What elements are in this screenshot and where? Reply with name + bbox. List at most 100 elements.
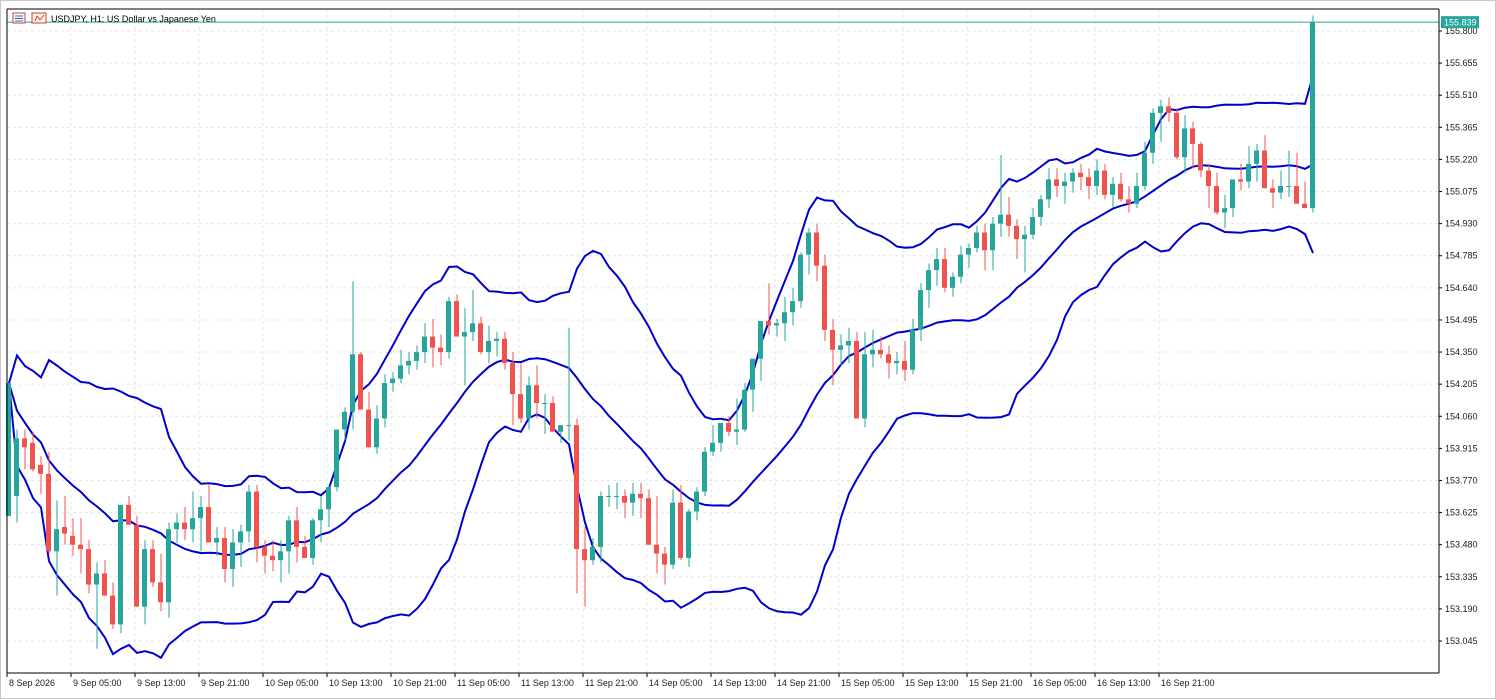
candle-body — [662, 553, 667, 565]
bollinger-upper-band — [8, 75, 1314, 497]
candle — [118, 504, 123, 634]
time-tick-label: 15 Sep 21:00 — [969, 678, 1023, 688]
candle — [974, 225, 979, 253]
time-tick-label: 10 Sep 05:00 — [265, 678, 319, 688]
time-axis[interactable]: 8 Sep 2026 9 Sep 05:00 9 Sep 13:00 9 Sep 21… — [6, 673, 1215, 688]
candle-body — [878, 349, 883, 355]
candle-body — [966, 247, 971, 255]
candle — [982, 223, 987, 271]
price-tick-label: 153.480 — [1445, 540, 1478, 550]
candle — [374, 405, 379, 454]
candle — [230, 529, 235, 587]
candle — [438, 334, 443, 366]
candle-body — [198, 507, 203, 519]
candle-body — [614, 495, 619, 497]
candle — [926, 263, 931, 308]
time-tick-label: 14 Sep 13:00 — [713, 678, 767, 688]
candle — [166, 522, 171, 618]
time-tick-label: 11 Sep 21:00 — [585, 678, 638, 688]
candle-body — [742, 389, 747, 430]
candle — [734, 398, 739, 446]
candle-body — [1174, 112, 1179, 158]
candle — [798, 252, 803, 308]
candle — [78, 518, 83, 574]
candle-body — [302, 546, 307, 558]
time-tick-label: 10 Sep 21:00 — [393, 678, 447, 688]
candle-body — [238, 531, 243, 543]
candle — [510, 352, 515, 426]
time-tick-label: 16 Sep 21:00 — [1161, 678, 1215, 688]
candle-body — [598, 495, 603, 547]
candle — [62, 495, 67, 545]
candle-body — [366, 409, 371, 448]
candle-body — [1142, 152, 1147, 186]
candle-body — [438, 347, 443, 353]
candle-body — [142, 549, 147, 607]
candle — [1294, 152, 1299, 204]
candle — [334, 429, 339, 492]
candle-body — [510, 363, 515, 395]
candle-body — [1014, 225, 1019, 240]
last-price-label: 155.839 — [1444, 18, 1477, 28]
candle-body — [502, 338, 507, 364]
candle-body — [414, 352, 419, 361]
candle-body — [798, 254, 803, 302]
candle — [550, 396, 555, 432]
candle — [662, 546, 667, 585]
candle-body — [270, 555, 275, 561]
candle-body — [430, 336, 435, 348]
candle — [1030, 208, 1035, 240]
candle-body — [958, 254, 963, 277]
candle-body — [590, 546, 595, 561]
candle-body — [1118, 183, 1123, 200]
candle — [1118, 172, 1123, 202]
candle — [1310, 15, 1315, 213]
candle-body — [1206, 170, 1211, 186]
time-tick-label: 16 Sep 13:00 — [1097, 678, 1151, 688]
candle-body — [118, 504, 123, 625]
candle-body — [350, 354, 355, 412]
time-tick-label: 14 Sep 05:00 — [649, 678, 703, 688]
candle-body — [1246, 163, 1251, 182]
candle — [134, 515, 139, 607]
candle-body — [998, 214, 1003, 224]
candle-body — [62, 526, 67, 534]
candle-body — [214, 538, 219, 543]
candle-body — [294, 520, 299, 547]
candle-body — [94, 573, 99, 585]
price-axis[interactable]: 155.800155.655155.510155.365155.220155.0… — [1439, 26, 1478, 646]
candle-body — [630, 493, 635, 503]
candle-body — [1158, 106, 1163, 113]
price-tick-label: 155.220 — [1445, 154, 1478, 164]
candle-body — [782, 312, 787, 324]
candle-body — [606, 495, 611, 497]
bollinger-middle-band — [8, 163, 1314, 556]
chart-list-icon[interactable] — [12, 12, 26, 24]
candle-body — [102, 573, 107, 596]
candle — [422, 323, 427, 364]
candle — [718, 422, 723, 452]
candle-body — [110, 595, 115, 625]
candle — [758, 321, 763, 381]
candle-body — [1230, 179, 1235, 209]
candle-body — [1054, 179, 1059, 186]
candle-body — [774, 323, 779, 326]
candle-body — [894, 360, 899, 364]
chart-canvas[interactable]: USDJPY, H1: US Dollar vs Japanese Yen 15… — [1, 1, 1496, 700]
candle-body — [1022, 234, 1027, 240]
price-tick-label: 153.625 — [1445, 508, 1478, 518]
candle-body — [982, 232, 987, 251]
candle — [454, 294, 459, 337]
candle-body — [1070, 172, 1075, 182]
chart-window[interactable]: USDJPY, H1: US Dollar vs Japanese Yen 15… — [0, 0, 1496, 699]
chart-properties-icon[interactable] — [31, 12, 47, 24]
candle — [702, 447, 707, 496]
candle — [950, 272, 955, 297]
candle-body — [374, 418, 379, 448]
time-tick-label: 16 Sep 05:00 — [1033, 678, 1087, 688]
candle — [742, 383, 747, 432]
candle-body — [158, 582, 163, 603]
candle-body — [342, 411, 347, 430]
candle — [990, 216, 995, 271]
candle — [1086, 168, 1091, 200]
